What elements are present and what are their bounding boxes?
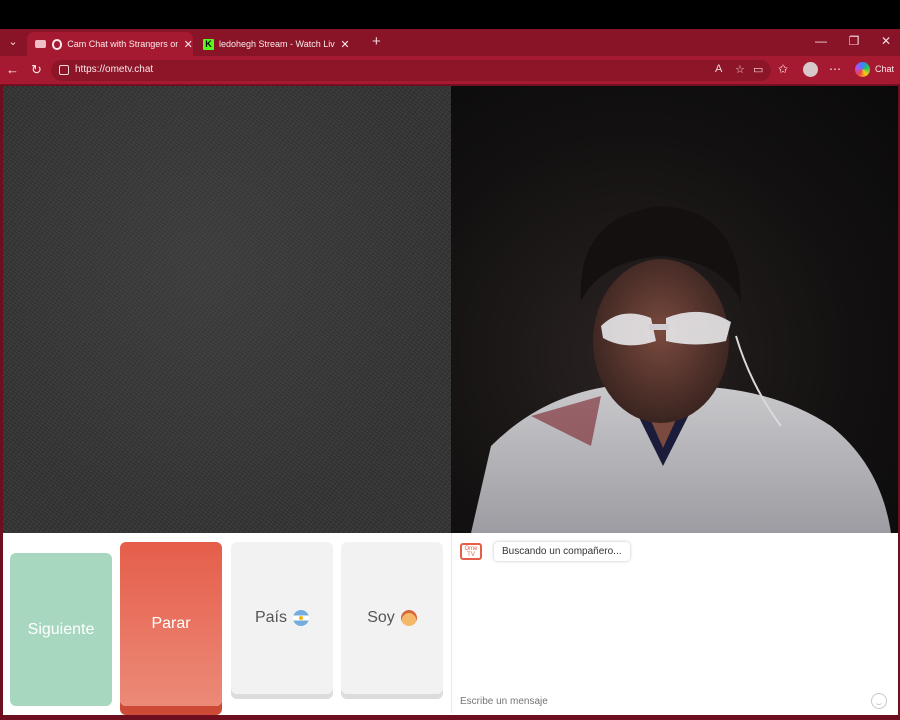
address-bar[interactable]: https://ometv.chat A ☆ ▭	[51, 60, 771, 81]
stop-button-label: Parar	[151, 615, 191, 632]
more-options-icon[interactable]: ⋯	[829, 62, 841, 76]
copilot-icon[interactable]	[855, 62, 870, 77]
gender-button[interactable]: Soy	[341, 542, 443, 694]
emoji-picker-icon[interactable]	[871, 693, 887, 709]
kick-icon: K	[203, 38, 214, 50]
boy-emoji-icon	[400, 610, 417, 626]
tab-actions-menu-icon[interactable]: ⌄	[4, 34, 22, 51]
copilot-chat-label[interactable]: Chat	[875, 64, 894, 74]
chat-panel: Ome TV Buscando un compañero...	[451, 533, 894, 713]
tab-bar: ⌄ Cam Chat with Strangers on OmeTV ✕ K l…	[0, 29, 900, 56]
camera-icon[interactable]: ▭	[753, 63, 763, 76]
favorite-star-icon[interactable]: ☆	[735, 63, 745, 76]
next-button[interactable]: Siguiente	[10, 553, 112, 706]
lock-icon	[59, 65, 69, 75]
next-button-label: Siguiente	[27, 620, 95, 638]
close-tab-icon[interactable]: ✕	[183, 38, 193, 51]
close-window-icon[interactable]: ✕	[878, 34, 894, 48]
self-video	[451, 86, 898, 533]
page-viewport: Siguiente Parar País Soy Ome TV Buscando…	[3, 86, 898, 715]
country-button-label: País	[254, 609, 287, 626]
chat-message-input[interactable]	[452, 689, 894, 713]
person-silhouette	[471, 206, 891, 533]
omegle-icon	[51, 38, 63, 50]
country-button[interactable]: País	[231, 542, 333, 694]
argentina-flag-icon	[293, 610, 309, 626]
mail-icon	[35, 40, 46, 48]
restore-icon[interactable]: ❐	[846, 34, 862, 48]
favorites-icon[interactable]: ✩	[778, 62, 788, 76]
back-arrow-icon[interactable]: ←	[6, 62, 19, 77]
window-bottom-border	[0, 715, 900, 720]
tab-title: ledohegh Stream - Watch Live on Kick	[219, 39, 335, 49]
address-bar-row: ← ↻ https://ometv.chat A ☆ ▭ ✩ ⋯ Chat	[0, 56, 900, 85]
profile-avatar[interactable]	[803, 62, 818, 77]
minimize-icon[interactable]: —	[813, 34, 829, 48]
status-message: Buscando un compañero...	[494, 542, 630, 561]
tab-kick[interactable]: K ledohegh Stream - Watch Live on Kick ✕	[195, 32, 363, 56]
tab-title: Cam Chat with Strangers on OmeTV	[67, 39, 179, 49]
screen-top-bar	[0, 0, 900, 29]
tab-ometv[interactable]: Cam Chat with Strangers on OmeTV ✕	[27, 32, 193, 56]
gender-button-label: Soy	[367, 609, 395, 626]
ometv-logo: Ome TV	[460, 543, 482, 560]
new-tab-button[interactable]: +	[372, 33, 381, 50]
stop-button[interactable]: Parar	[120, 542, 222, 706]
refresh-icon[interactable]: ↻	[31, 62, 42, 78]
stranger-video-static	[3, 86, 451, 533]
read-aloud-icon[interactable]: A	[715, 63, 722, 75]
browser-window: ⌄ Cam Chat with Strangers on OmeTV ✕ K l…	[0, 29, 900, 720]
url-text[interactable]: https://ometv.chat	[75, 64, 153, 75]
close-tab-icon[interactable]: ✕	[340, 38, 350, 51]
